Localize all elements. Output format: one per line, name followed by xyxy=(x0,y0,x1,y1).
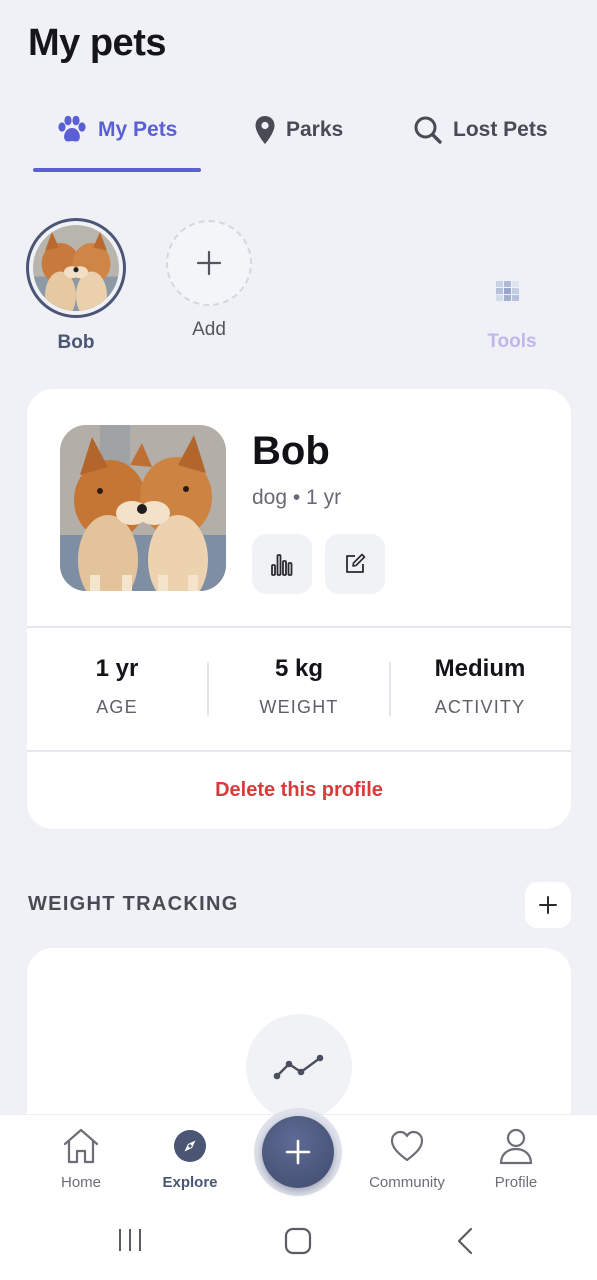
stat-label: ACTIVITY xyxy=(434,697,526,717)
edit-icon xyxy=(346,553,366,573)
edit-button[interactable] xyxy=(325,534,385,594)
bar-chart-icon xyxy=(271,554,293,576)
stat-weight: 5 kg WEIGHT xyxy=(209,655,389,718)
tab-bar: My Pets Parks Lost Pets xyxy=(0,100,597,174)
stat-label: AGE xyxy=(96,697,138,717)
pet-avatar-bob[interactable] xyxy=(26,218,126,318)
stat-age: 1 yr AGE xyxy=(27,655,207,718)
pet-species-age: dog • 1 yr xyxy=(252,486,342,509)
plus-icon xyxy=(539,896,557,914)
back-icon[interactable] xyxy=(455,1226,475,1256)
tab-lost-pets[interactable]: Lost Pets xyxy=(413,112,548,148)
paw-icon xyxy=(58,115,86,142)
tab-parks[interactable]: Parks xyxy=(254,112,343,148)
nav-profile[interactable]: Profile xyxy=(466,1127,566,1191)
add-weight-button[interactable] xyxy=(525,882,571,928)
stats-button[interactable] xyxy=(252,534,312,594)
tools-icon[interactable] xyxy=(494,279,526,307)
location-pin-icon xyxy=(255,116,275,144)
home-icon xyxy=(63,1128,99,1164)
pet-photo-thumbnail xyxy=(33,225,119,311)
trend-line-icon xyxy=(246,1014,352,1120)
tab-label: Lost Pets xyxy=(453,118,548,141)
pet-avatar-name: Bob xyxy=(57,332,95,353)
nav-label: Explore xyxy=(162,1174,218,1191)
add-pet-label: Add xyxy=(192,319,226,340)
pet-name: Bob xyxy=(252,429,330,473)
user-icon xyxy=(499,1128,533,1165)
page-title: My pets xyxy=(28,22,166,64)
nav-explore[interactable]: Explore xyxy=(140,1127,240,1191)
weight-tracking-title: WEIGHT TRACKING xyxy=(28,893,239,915)
nav-community[interactable]: Community xyxy=(357,1127,457,1191)
plus-icon xyxy=(285,1139,311,1165)
tab-my-pets[interactable]: My Pets xyxy=(56,112,177,148)
home-system-icon[interactable] xyxy=(284,1227,312,1255)
nav-label: Community xyxy=(369,1174,445,1191)
pet-photo xyxy=(60,425,226,591)
nav-label: Profile xyxy=(494,1174,538,1191)
stat-value: 5 kg xyxy=(274,655,324,682)
card-divider xyxy=(27,626,571,628)
add-fab-button[interactable] xyxy=(262,1116,334,1188)
nav-home[interactable]: Home xyxy=(31,1127,131,1191)
nav-label: Home xyxy=(60,1174,101,1191)
tools-label[interactable]: Tools xyxy=(472,331,552,353)
stat-value: Medium xyxy=(434,655,526,682)
delete-profile-button[interactable]: Delete this profile xyxy=(27,779,571,802)
pet-profile-card: Bob dog • 1 yr 1 yr AGE 5 kg WEIGHT Medi… xyxy=(27,389,571,829)
stat-activity: Medium ACTIVITY xyxy=(390,655,570,718)
add-pet-button[interactable] xyxy=(166,220,252,306)
tab-label: My Pets xyxy=(98,118,178,141)
recent-apps-icon[interactable] xyxy=(115,1226,145,1254)
stat-value: 1 yr xyxy=(95,655,139,682)
search-icon xyxy=(414,116,442,144)
stat-label: WEIGHT xyxy=(259,697,339,717)
compass-icon xyxy=(174,1130,206,1162)
system-navigation-bar xyxy=(0,1200,597,1280)
card-divider xyxy=(27,750,571,752)
heart-icon xyxy=(390,1130,424,1162)
plus-icon xyxy=(196,250,222,276)
tab-label: Parks xyxy=(286,118,344,141)
active-tab-indicator xyxy=(33,168,201,172)
